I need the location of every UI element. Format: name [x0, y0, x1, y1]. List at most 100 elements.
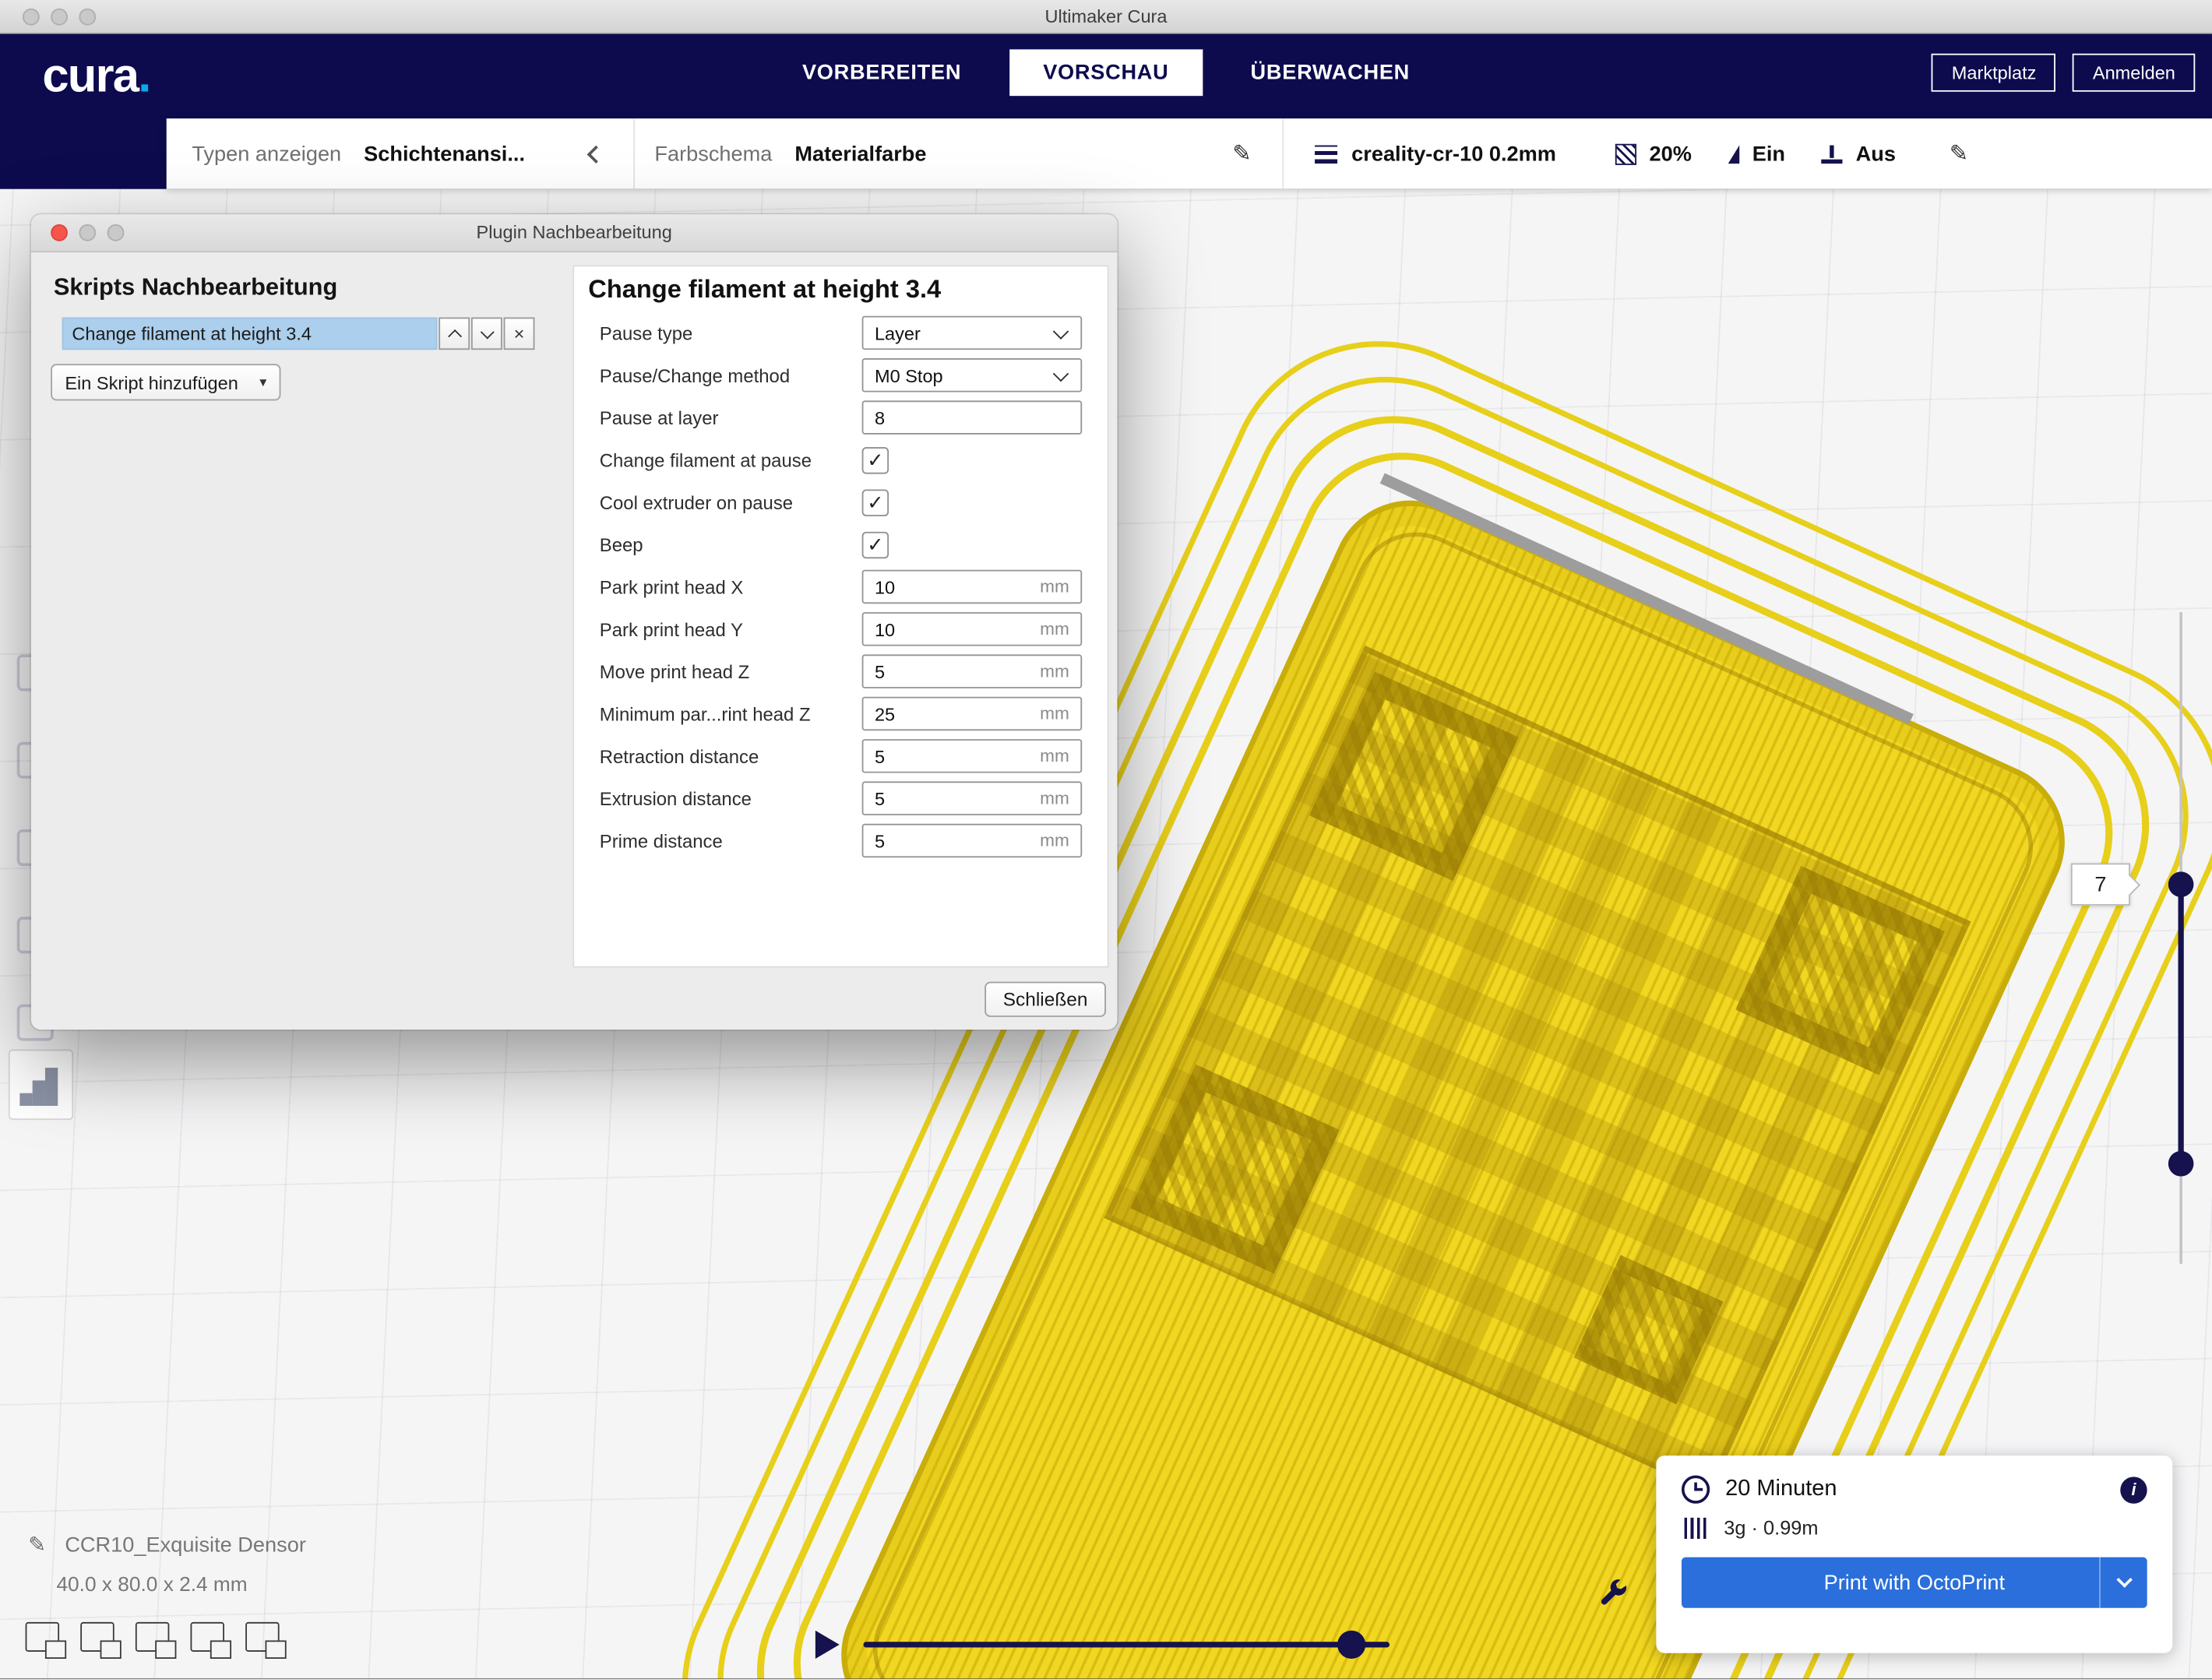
view-xray-icon[interactable]	[80, 1622, 114, 1652]
info-icon[interactable]: i	[2120, 1476, 2147, 1502]
qr-finder-square	[1309, 671, 1519, 881]
edit-icon[interactable]: ✎	[1950, 139, 1968, 167]
park-head-y-input[interactable]: 10 mm	[862, 612, 1083, 646]
stairs-icon	[33, 1080, 45, 1106]
timeline-handle[interactable]	[1337, 1631, 1365, 1659]
move-script-up-button[interactable]	[439, 318, 470, 350]
model-dimensions: 40.0 x 80.0 x 2.4 mm	[56, 1574, 247, 1596]
view-type-label: Typen anzeigen	[192, 142, 341, 166]
pause-method-select[interactable]: M0 Stop	[862, 358, 1083, 392]
field-label: Pause at layer	[600, 407, 862, 428]
tools-wrench-icon[interactable]	[1595, 1577, 1629, 1610]
adhesion-value: Aus	[1856, 142, 1896, 166]
color-scheme-section[interactable]: Farbschema Materialfarbe ✎	[635, 118, 1282, 189]
print-button-label: Print with OctoPrint	[1682, 1571, 2147, 1595]
chevron-down-icon	[1053, 366, 1069, 382]
form-row: Change filament at pause ✓	[574, 438, 1108, 480]
extrusion-distance-input[interactable]: 5 mm	[862, 781, 1083, 815]
chevron-down-icon	[2116, 1572, 2132, 1587]
per-model-settings-button[interactable]	[9, 1050, 73, 1121]
window-title: Ultimaker Cura	[0, 5, 2212, 26]
move-script-down-button[interactable]	[471, 318, 502, 350]
print-time-estimate: 20 Minuten	[1725, 1477, 1837, 1502]
cool-extruder-checkbox[interactable]: ✓	[862, 489, 889, 516]
pause-type-select[interactable]: Layer	[862, 316, 1083, 350]
add-script-button[interactable]: Ein Skript hinzufügen ▾	[51, 364, 280, 400]
print-settings-section[interactable]: creality-cr-10 0.2mm 20% Ein Aus ✎	[1284, 118, 2212, 189]
view-front-icon[interactable]	[191, 1622, 224, 1652]
form-row: Park print head Y 10 mm	[574, 608, 1108, 650]
form-row: Park print head X 10 mm	[574, 565, 1108, 607]
play-button[interactable]	[815, 1631, 840, 1659]
field-label: Cool extruder on pause	[600, 491, 862, 512]
script-list: Change filament at height 3.4 ×	[62, 318, 535, 350]
print-with-octoprint-button[interactable]: Print with OctoPrint	[1682, 1558, 2147, 1608]
field-label: Pause type	[600, 322, 862, 343]
check-icon: ✓	[867, 533, 883, 557]
form-row: Retraction distance 5 mm	[574, 735, 1108, 777]
dropdown-arrow-icon: ▾	[259, 375, 266, 390]
minimum-park-head-z-input[interactable]: 25 mm	[862, 697, 1083, 730]
chevron-left-icon[interactable]	[587, 145, 605, 163]
view-object-icon[interactable]	[26, 1622, 59, 1652]
form-row: Pause at layer 8	[574, 396, 1108, 438]
view-layers-icon[interactable]	[136, 1622, 169, 1652]
marketplace-button[interactable]: Marktplatz	[1932, 54, 2055, 92]
chevron-up-icon	[447, 329, 461, 343]
pause-at-layer-input[interactable]: 8	[862, 400, 1083, 434]
selected-script-item[interactable]: Change filament at height 3.4	[62, 318, 438, 350]
form-row: Pause/Change method M0 Stop	[574, 354, 1108, 396]
dialog-title: Plugin Nachbearbeitung	[31, 221, 1118, 242]
printer-profile-icon	[1315, 145, 1337, 164]
clock-icon	[1682, 1476, 1710, 1504]
form-row: Extrusion distance 5 mm	[574, 777, 1108, 819]
change-filament-checkbox[interactable]: ✓	[862, 446, 889, 473]
timeline-track[interactable]	[863, 1642, 1390, 1647]
scripts-heading: Skripts Nachbearbeitung	[54, 273, 337, 301]
filament-icon	[1685, 1517, 1707, 1538]
remove-script-button[interactable]: ×	[504, 318, 535, 350]
layer-slider-range[interactable]	[2179, 885, 2184, 1164]
support-value: Ein	[1752, 142, 1785, 166]
stairs-icon	[19, 1093, 32, 1106]
dialog-close-action-button[interactable]: Schließen	[984, 982, 1106, 1017]
retraction-distance-input[interactable]: 5 mm	[862, 739, 1083, 773]
color-scheme-value: Materialfarbe	[794, 142, 926, 166]
form-row: Cool extruder on pause ✓	[574, 481, 1108, 523]
qr-finder-square	[1130, 1065, 1340, 1274]
post-processing-dialog: Plugin Nachbearbeitung Skripts Nachbearb…	[31, 214, 1118, 1030]
edit-icon[interactable]: ✎	[1232, 139, 1251, 167]
model-name: CCR10_Exquisite Densor	[65, 1533, 306, 1558]
script-settings-form: Pause type Layer Pause/Change method M0 …	[574, 312, 1108, 861]
qr-finder-square	[1735, 866, 1945, 1075]
form-row: Pause type Layer	[574, 312, 1108, 354]
stairs-icon	[45, 1068, 58, 1106]
tab-vorbereiten[interactable]: VORBEREITEN	[768, 49, 995, 96]
beep-checkbox[interactable]: ✓	[862, 531, 889, 558]
view-top-icon[interactable]	[245, 1622, 279, 1652]
chevron-down-icon	[1053, 323, 1069, 339]
form-row: Prime distance 5 mm	[574, 819, 1108, 861]
signin-button[interactable]: Anmelden	[2073, 54, 2196, 92]
rename-model-icon[interactable]: ✎	[28, 1532, 46, 1558]
field-label: Prime distance	[600, 830, 862, 851]
tab-vorschau[interactable]: VORSCHAU	[1009, 49, 1203, 96]
print-options-dropdown[interactable]	[2099, 1558, 2147, 1608]
view-type-section[interactable]: Typen anzeigen Schichtenansi...	[167, 118, 634, 189]
field-label: Pause/Change method	[600, 364, 862, 385]
field-label: Park print head X	[600, 576, 862, 597]
park-head-x-input[interactable]: 10 mm	[862, 570, 1083, 604]
script-settings-heading: Change filament at height 3.4	[588, 275, 941, 304]
move-head-z-input[interactable]: 5 mm	[862, 654, 1083, 688]
dialog-titlebar[interactable]: Plugin Nachbearbeitung	[31, 214, 1118, 252]
layer-slider-bottom-handle[interactable]	[2168, 1151, 2194, 1177]
layer-number-tooltip: 7	[2071, 863, 2130, 905]
form-row: Minimum par...rint head Z 25 mm	[574, 692, 1108, 734]
chevron-down-icon	[480, 325, 494, 339]
infill-icon	[1615, 143, 1636, 164]
header-buttons: Marktplatz Anmelden	[1932, 54, 2195, 92]
field-label: Extrusion distance	[600, 788, 862, 809]
tab-ueberwachen[interactable]: ÜBERWACHEN	[1217, 49, 1443, 96]
prime-distance-input[interactable]: 5 mm	[862, 824, 1083, 857]
layer-slider-top-handle[interactable]	[2168, 871, 2194, 897]
